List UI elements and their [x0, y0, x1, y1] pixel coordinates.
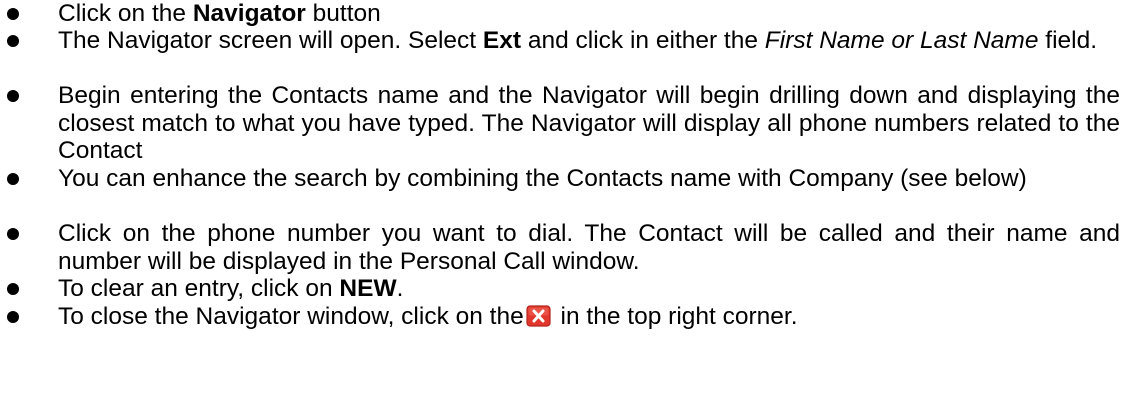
new-term: NEW [339, 275, 397, 302]
ext-term: Ext [482, 27, 522, 54]
list-item-text: To close the Navigator window, click on … [58, 303, 1120, 331]
text-segment: field. [1038, 27, 1098, 54]
close-icon [525, 305, 551, 327]
text-segment: and click in either the [521, 27, 765, 54]
text-segment: To clear an entry, click on [58, 275, 340, 302]
bullet-icon [7, 8, 19, 20]
instruction-list: Click on the Navigator button The Naviga… [0, 0, 1123, 418]
navigator-term: Navigator [192, 0, 306, 27]
list-item-text: Click on the phone number you want to di… [58, 220, 1120, 275]
text-segment: To close the Navigator window, click on … [58, 303, 524, 330]
list-item-text: The Navigator screen will open. Select E… [58, 27, 1120, 55]
bullet-icon [7, 35, 19, 47]
bullet-icon [7, 173, 19, 185]
text-segment: The Navigator screen will open. Select [58, 27, 483, 54]
bullet-icon [7, 90, 19, 102]
text-segment: in the top right corner. [553, 303, 798, 330]
list-item-text: You can enhance the search by combining … [58, 165, 1027, 192]
list-item-text: To clear an entry, click on NEW. [58, 275, 1120, 303]
field-names: First Name or Last Name [764, 27, 1039, 54]
list-item-text: Begin entering the Contacts name and the… [58, 82, 1120, 164]
bullet-icon [7, 228, 19, 240]
bullet-icon [7, 283, 19, 295]
bullet-icon [7, 311, 19, 323]
text-segment: Click on the [58, 0, 193, 27]
text-segment: button [305, 0, 381, 27]
list-item-text: Click on the Navigator button [58, 0, 1120, 28]
text-segment: . [396, 275, 404, 302]
